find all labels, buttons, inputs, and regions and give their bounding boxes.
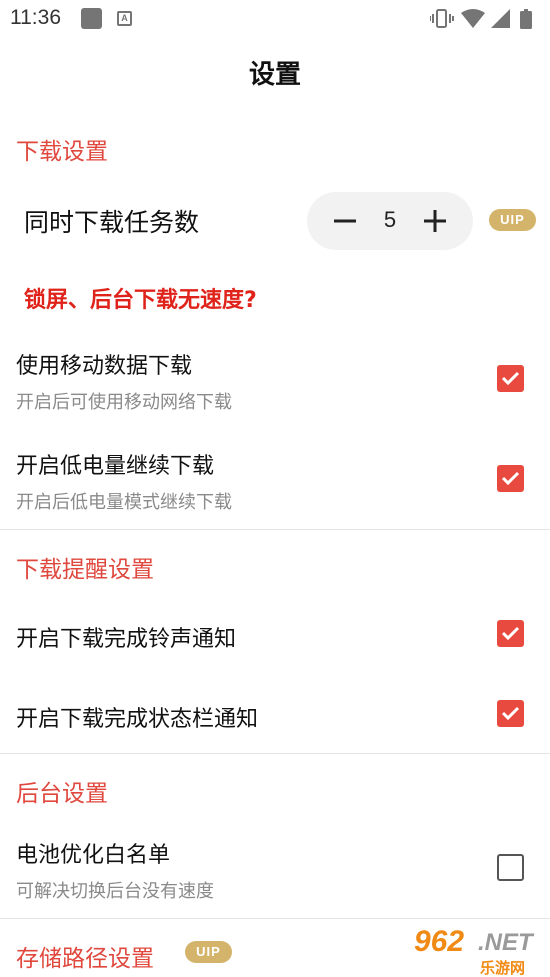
mobile-data-label: 使用移动数据下载 (16, 354, 193, 379)
status-time: 11:36 (10, 6, 61, 29)
check-icon (501, 626, 520, 641)
section-header-storage[interactable]: 存储路径设置 (16, 939, 154, 973)
status-icons (430, 9, 532, 29)
divider (0, 529, 550, 530)
low-battery-checkbox[interactable] (497, 465, 524, 492)
site-watermark: 962 .NET 乐游网 (408, 925, 550, 977)
vip-badge: UIP (185, 941, 232, 963)
minus-icon[interactable] (333, 209, 357, 233)
section-header-download: 下载设置 (16, 139, 108, 165)
mobile-data-checkbox[interactable] (497, 365, 524, 392)
battery-whitelist-label: 电池优化白名单 (16, 843, 171, 868)
check-icon (501, 371, 520, 386)
mobile-data-sub: 开启后可使用移动网络下载 (16, 392, 232, 413)
check-icon (501, 706, 520, 721)
divider (0, 918, 550, 919)
wifi-icon (461, 9, 485, 28)
status-bar: 11:36 A (0, 0, 550, 38)
statusbar-notify-checkbox[interactable] (497, 700, 524, 727)
task-count-stepper[interactable]: 5 (307, 192, 473, 250)
battery-whitelist-sub: 可解决切换后台没有速度 (16, 881, 214, 902)
plus-icon[interactable] (423, 209, 447, 233)
section-header-background: 后台设置 (16, 781, 108, 807)
background-download-help-link[interactable]: 锁屏、后台下载无速度? (24, 282, 257, 314)
battery-whitelist-checkbox[interactable] (497, 854, 524, 881)
section-header-reminder: 下载提醒设置 (16, 557, 154, 583)
ringtone-notify-checkbox[interactable] (497, 620, 524, 647)
concurrent-tasks-label: 同时下载任务数 (24, 208, 200, 237)
vibrate-icon (430, 9, 454, 28)
page-title: 设置 (248, 60, 301, 90)
statusbar-notify-label: 开启下载完成状态栏通知 (16, 707, 259, 732)
divider (0, 753, 550, 754)
task-count-value: 5 (383, 207, 397, 232)
battery-icon (520, 9, 532, 29)
low-battery-sub: 开启后低电量模式继续下载 (16, 492, 232, 513)
watermark-number: 962 (414, 925, 465, 958)
square-notification-icon (81, 8, 102, 29)
low-battery-label: 开启低电量继续下载 (16, 454, 215, 479)
signal-icon (491, 9, 510, 28)
watermark-domain: .NET (478, 929, 533, 956)
ringtone-notify-label: 开启下载完成铃声通知 (16, 627, 237, 652)
a-notification-icon: A (117, 11, 132, 26)
check-icon (501, 471, 520, 486)
vip-badge: UIP (489, 209, 536, 231)
watermark-site: 乐游网 (480, 959, 526, 977)
